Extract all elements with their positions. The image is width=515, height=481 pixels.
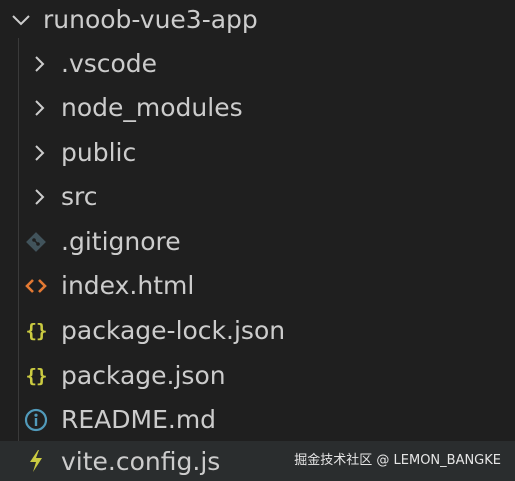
tree-item-label: src (61, 182, 98, 211)
chevron-right-icon[interactable] (26, 42, 52, 86)
tree-item-package-json[interactable]: {} package.json (0, 354, 515, 398)
tree-item-index-html[interactable]: index.html (0, 264, 515, 308)
json-braces-icon: {} (25, 320, 48, 342)
file-explorer: runoob-vue3-app .vscode node_modules pub… (0, 0, 515, 481)
tree-item-label: vite.config.js (61, 447, 221, 476)
chevron-right-icon[interactable] (26, 86, 52, 130)
html-icon (22, 264, 50, 308)
chevron-right-icon[interactable] (26, 175, 52, 219)
tree-item-label: .vscode (61, 49, 158, 78)
tree-item-label: .gitignore (61, 227, 181, 256)
tree-item-label: node_modules (61, 93, 243, 122)
tree-item-label: index.html (61, 271, 195, 300)
chevron-down-icon[interactable] (8, 0, 34, 40)
tree-item-public[interactable]: public (0, 131, 515, 175)
tree-item-gitignore[interactable]: .gitignore (0, 220, 515, 264)
tree-item-vscode[interactable]: .vscode (0, 42, 515, 86)
lightning-icon (22, 441, 50, 481)
tree-item-package-lock-json[interactable]: {} package-lock.json (0, 309, 515, 353)
tree-item-readme[interactable]: README.md (0, 398, 515, 442)
tree-item-node-modules[interactable]: node_modules (0, 86, 515, 130)
tree-item-src[interactable]: src (0, 175, 515, 219)
json-braces-icon: {} (25, 365, 48, 387)
tree-item-label: package.json (61, 361, 226, 390)
tree-item-label: README.md (61, 405, 217, 434)
tree-item-label: public (61, 138, 137, 167)
chevron-right-icon[interactable] (26, 131, 52, 175)
tree-item-label: package-lock.json (61, 316, 286, 345)
explorer-root-folder[interactable]: runoob-vue3-app (0, 0, 515, 40)
root-folder-label: runoob-vue3-app (43, 5, 258, 34)
git-icon (22, 220, 50, 264)
watermark: 掘金技术社区 @ LEMON_BANGKE (294, 453, 501, 468)
info-icon (22, 398, 50, 442)
